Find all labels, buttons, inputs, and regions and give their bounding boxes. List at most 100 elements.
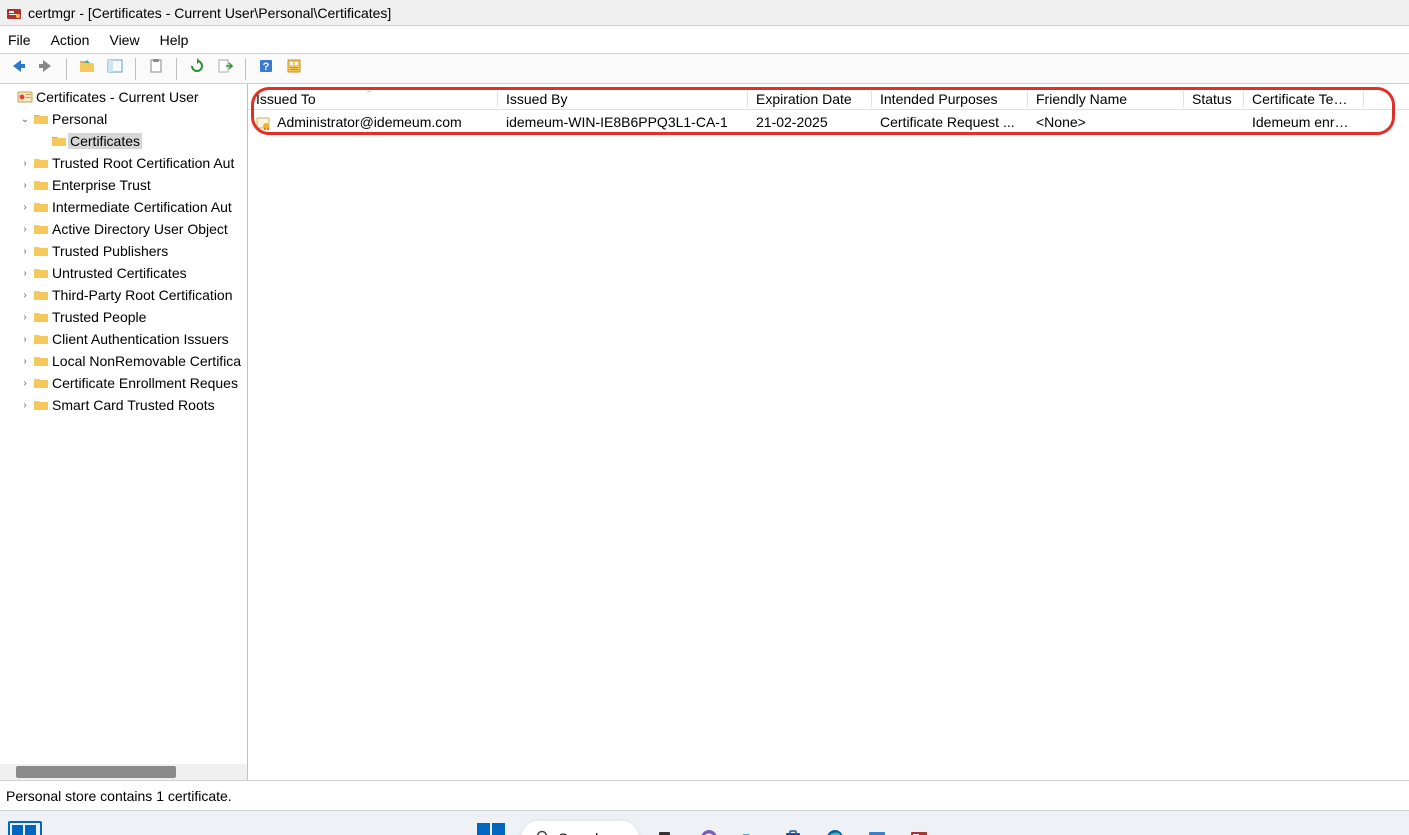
toolbar-separator	[176, 58, 177, 80]
cell-expiration: 21-02-2025	[748, 114, 872, 130]
col-template[interactable]: Certificate Tem...	[1244, 91, 1364, 107]
tree-body[interactable]: Certificates - Current User ⌄ Personal C…	[0, 84, 247, 764]
tree-item-certificates[interactable]: Certificates	[0, 130, 247, 152]
tree-item[interactable]: ›Trusted Root Certification Aut	[0, 152, 247, 174]
expand-icon[interactable]: ›	[18, 378, 32, 389]
tree-label: Third-Party Root Certification	[50, 287, 235, 303]
expand-icon[interactable]: ›	[18, 290, 32, 301]
tree-item[interactable]: ›Smart Card Trusted Roots	[0, 394, 247, 416]
tree-label: Active Directory User Object	[50, 221, 230, 237]
col-friendly-name[interactable]: Friendly Name	[1028, 91, 1184, 107]
folder-icon	[32, 243, 50, 259]
expand-icon[interactable]: ›	[18, 202, 32, 213]
tree-root[interactable]: Certificates - Current User	[0, 86, 247, 108]
col-purposes[interactable]: Intended Purposes	[872, 91, 1028, 107]
tree-label: Enterprise Trust	[50, 177, 153, 193]
expand-icon[interactable]: ›	[18, 224, 32, 235]
help-icon: ?	[258, 58, 274, 79]
menu-view[interactable]: View	[109, 32, 139, 48]
expand-icon[interactable]: ›	[18, 334, 32, 345]
forward-button[interactable]	[34, 57, 58, 81]
expand-icon[interactable]: ›	[18, 180, 32, 191]
tree-item[interactable]: ›Local NonRemovable Certifica	[0, 350, 247, 372]
refresh-button[interactable]	[185, 57, 209, 81]
copy-button[interactable]	[144, 57, 168, 81]
control-panel-button[interactable]	[863, 824, 891, 835]
taskbar-search[interactable]: Search	[521, 821, 639, 835]
properties-button[interactable]	[282, 57, 306, 81]
start-button[interactable]	[477, 823, 507, 835]
folder-icon	[50, 133, 68, 149]
tree-item-personal[interactable]: ⌄ Personal	[0, 108, 247, 130]
col-status[interactable]: Status	[1184, 91, 1244, 107]
microsoft-store-button[interactable]	[779, 824, 807, 835]
folder-icon	[32, 199, 50, 215]
tree-item[interactable]: › Intermediate Certification Aut	[0, 196, 247, 218]
cell-issued-to: Administrator@idemeum.com	[248, 114, 498, 130]
folder-icon	[32, 397, 50, 413]
col-issued-by[interactable]: Issued By	[498, 91, 748, 107]
expand-icon[interactable]: ›	[18, 158, 32, 169]
expand-icon[interactable]: ›	[18, 356, 32, 367]
certmgr-taskbar-button[interactable]	[905, 824, 933, 835]
export-button[interactable]	[213, 57, 237, 81]
back-button[interactable]	[6, 57, 30, 81]
expand-icon[interactable]: ›	[18, 268, 32, 279]
sort-asc-icon: ⌃	[366, 91, 373, 98]
tree-label: Trusted Publishers	[50, 243, 170, 259]
scrollbar-thumb[interactable]	[16, 766, 176, 778]
search-icon	[535, 829, 551, 835]
col-issued-to[interactable]: Issued To⌃	[248, 91, 498, 107]
tree-item[interactable]: ›Certificate Enrollment Reques	[0, 372, 247, 394]
help-button[interactable]: ?	[254, 57, 278, 81]
export-icon	[217, 58, 233, 79]
certificate-row[interactable]: Administrator@idemeum.com idemeum-WIN-IE…	[248, 110, 1409, 134]
cert-store-icon	[16, 89, 34, 105]
refresh-icon	[189, 58, 205, 79]
status-bar: Personal store contains 1 certificate.	[0, 780, 1409, 810]
tree-label: Untrusted Certificates	[50, 265, 189, 281]
show-hide-tree-button[interactable]	[103, 57, 127, 81]
menu-action[interactable]: Action	[51, 32, 90, 48]
expand-icon[interactable]: ›	[18, 312, 32, 323]
tree-item[interactable]: ›Client Authentication Issuers	[0, 328, 247, 350]
edge-button[interactable]	[821, 824, 849, 835]
taskbar: Search	[0, 810, 1409, 835]
cell-text: Administrator@idemeum.com	[277, 114, 462, 130]
task-view-button[interactable]	[653, 824, 681, 835]
tree-label: Intermediate Certification Aut	[50, 199, 234, 215]
expand-icon[interactable]: ›	[18, 246, 32, 257]
tree-label: Certificates - Current User	[34, 89, 201, 105]
arrow-right-icon	[37, 57, 55, 80]
tree-item[interactable]: › Trusted Publishers	[0, 240, 247, 262]
expand-icon[interactable]: ›	[18, 400, 32, 411]
toolbar-separator	[245, 58, 246, 80]
tree-item[interactable]: › Active Directory User Object	[0, 218, 247, 240]
menu-bar: File Action View Help	[0, 26, 1409, 54]
file-explorer-button[interactable]	[737, 824, 765, 835]
collapse-icon[interactable]: ⌄	[18, 114, 32, 125]
tree-pane: Certificates - Current User ⌄ Personal C…	[0, 84, 248, 780]
up-folder-button[interactable]	[75, 57, 99, 81]
col-expiration[interactable]: Expiration Date	[748, 91, 872, 107]
folder-icon	[32, 287, 50, 303]
main-pane: Certificates - Current User ⌄ Personal C…	[0, 84, 1409, 780]
taskbar-center: Search	[477, 821, 933, 835]
tree-item[interactable]: › Third-Party Root Certification	[0, 284, 247, 306]
folder-up-icon	[79, 58, 95, 79]
chat-button[interactable]	[695, 824, 723, 835]
horizontal-scrollbar[interactable]	[0, 764, 247, 780]
folder-icon	[32, 353, 50, 369]
tree-label: Trusted People	[50, 309, 148, 325]
menu-file[interactable]: File	[8, 32, 31, 48]
toolbar: ?	[0, 54, 1409, 84]
tree-item[interactable]: › Trusted People	[0, 306, 247, 328]
tree-item[interactable]: › Enterprise Trust	[0, 174, 247, 196]
list-header: Issued To⌃ Issued By Expiration Date Int…	[248, 84, 1409, 110]
widgets-button[interactable]	[8, 821, 42, 835]
folder-icon	[32, 331, 50, 347]
folder-icon	[32, 309, 50, 325]
tree-item[interactable]: › Untrusted Certificates	[0, 262, 247, 284]
menu-help[interactable]: Help	[160, 32, 189, 48]
arrow-left-icon	[9, 57, 27, 80]
